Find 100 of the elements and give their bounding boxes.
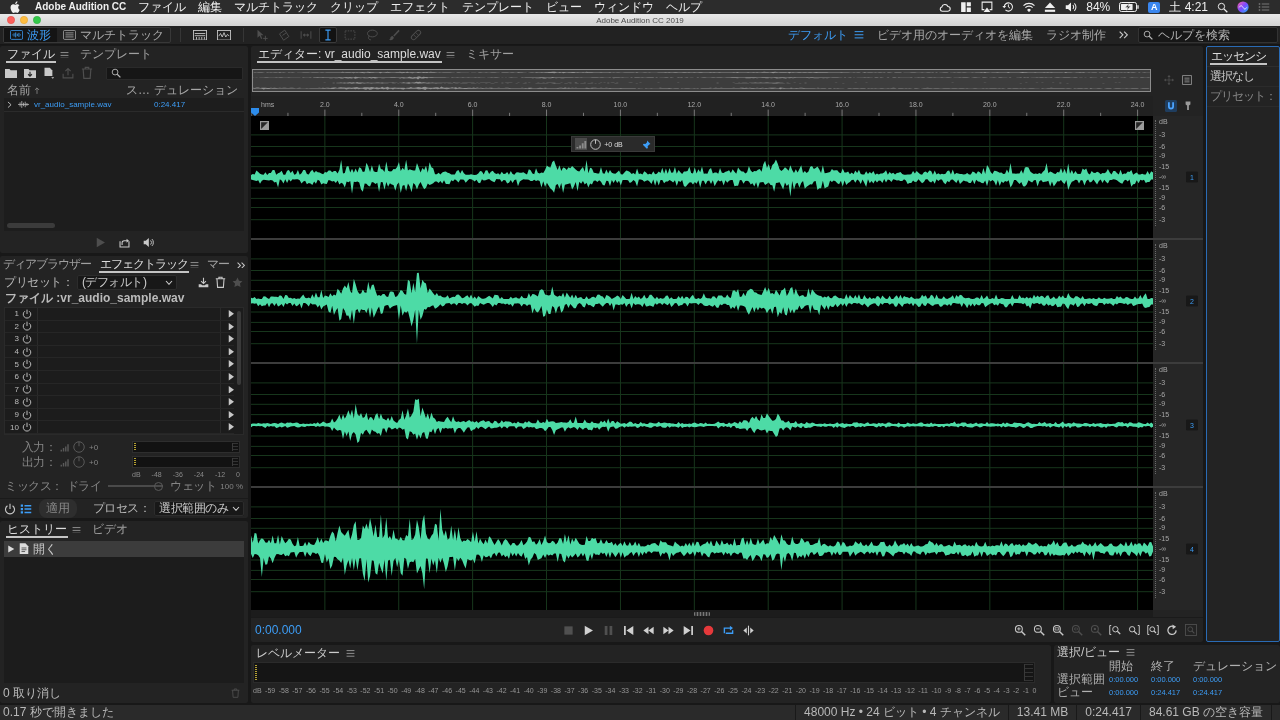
menu-icon[interactable] bbox=[72, 526, 81, 534]
menu-icon[interactable] bbox=[190, 261, 199, 269]
menu-item[interactable]: テンプレート bbox=[462, 0, 535, 14]
search-icon[interactable] bbox=[1217, 1, 1228, 13]
skip-to-start-icon[interactable] bbox=[623, 624, 634, 636]
cloud-icon[interactable] bbox=[939, 2, 952, 12]
menu-icon[interactable] bbox=[445, 51, 455, 59]
history-item[interactable]: 開く bbox=[4, 541, 244, 557]
workspace-tab[interactable]: デフォルト bbox=[788, 26, 848, 44]
close-icon[interactable] bbox=[7, 16, 15, 24]
menu-item[interactable]: ファイル bbox=[138, 0, 187, 14]
column-header[interactable]: 名前 bbox=[7, 82, 31, 99]
list-box-icon[interactable] bbox=[1182, 75, 1192, 85]
workspace-tab[interactable]: ラジオ制作 bbox=[1046, 26, 1106, 44]
battery-icon[interactable] bbox=[1119, 2, 1140, 12]
apple-icon[interactable] bbox=[10, 0, 20, 14]
menu-item[interactable]: エフェクト bbox=[390, 0, 451, 14]
search-field[interactable] bbox=[106, 66, 243, 80]
screen-share-icon[interactable] bbox=[981, 1, 994, 13]
loop-icon[interactable] bbox=[723, 624, 734, 636]
menu-item[interactable]: ウィンドウ bbox=[594, 0, 655, 14]
file-name[interactable]: vr_audio_sample.wav bbox=[34, 100, 154, 109]
speaker-icon[interactable] bbox=[142, 236, 154, 248]
magnifier-minus-icon[interactable] bbox=[1033, 624, 1045, 636]
magnifier-plus-icon[interactable] bbox=[1014, 624, 1026, 636]
waveform-overview[interactable] bbox=[252, 68, 1151, 92]
record-icon[interactable] bbox=[703, 624, 714, 636]
bracket-magnifier-icon[interactable] bbox=[1128, 624, 1140, 636]
menu-icon[interactable] bbox=[346, 650, 355, 657]
scrollbar-thumb[interactable] bbox=[7, 223, 55, 228]
workspace-tab[interactable]: ビデオ用のオーディオを編集 bbox=[877, 26, 1033, 44]
fast-forward-icon[interactable] bbox=[663, 624, 674, 636]
menu-item[interactable]: ヘルプ bbox=[666, 0, 703, 14]
panel-tab[interactable]: エフェクトラック bbox=[99, 257, 189, 273]
app-menu[interactable]: Adobe Audition CC bbox=[35, 0, 127, 14]
power-icon[interactable] bbox=[22, 422, 32, 433]
panel-tab[interactable]: ファイル bbox=[6, 47, 56, 63]
power-icon[interactable] bbox=[22, 308, 32, 319]
panel-tab[interactable]: ミキサー bbox=[464, 47, 515, 63]
power-icon[interactable] bbox=[22, 371, 32, 382]
menu-item[interactable]: マルチトラック bbox=[234, 0, 319, 14]
fade-handle-icon[interactable] bbox=[1135, 121, 1144, 130]
panel-tab[interactable]: ビデオ bbox=[91, 522, 129, 538]
menu-item[interactable]: 編集 bbox=[198, 0, 223, 14]
menu-icon[interactable] bbox=[1126, 649, 1136, 656]
i-beam-icon[interactable] bbox=[319, 27, 337, 43]
play-icon[interactable] bbox=[583, 624, 594, 636]
bracket-magnifier-icon[interactable] bbox=[1109, 624, 1121, 636]
folder-arrow-icon[interactable] bbox=[24, 68, 36, 78]
clock[interactable]: 土 4:21 bbox=[1169, 0, 1208, 14]
panel-tab[interactable]: エディター: vr_audio_sample.wav bbox=[257, 47, 442, 63]
scroll-handle[interactable] bbox=[694, 611, 710, 616]
power-icon[interactable] bbox=[22, 396, 32, 407]
grid-panel-icon[interactable] bbox=[190, 27, 210, 43]
power-icon[interactable] bbox=[4, 502, 16, 515]
menu-item[interactable]: クリップ bbox=[330, 0, 379, 14]
folder-icon[interactable] bbox=[5, 68, 17, 78]
split-arrows-icon[interactable] bbox=[743, 624, 754, 636]
wave-panel-icon[interactable] bbox=[214, 27, 234, 43]
view-tab[interactable]: 波形 bbox=[4, 28, 57, 42]
wifi-icon[interactable] bbox=[1023, 1, 1036, 13]
panel-tab[interactable]: ヒストリー bbox=[6, 522, 68, 538]
magnifier-frame-icon[interactable] bbox=[1052, 624, 1064, 636]
panel-tab[interactable]: エッセンシ bbox=[1210, 48, 1267, 65]
skip-to-end-icon[interactable] bbox=[683, 624, 694, 636]
rewind-icon[interactable] bbox=[643, 624, 654, 636]
power-icon[interactable] bbox=[22, 384, 32, 395]
power-icon[interactable] bbox=[22, 359, 32, 370]
menu-icon[interactable] bbox=[854, 31, 864, 39]
menu-icon[interactable] bbox=[60, 51, 69, 59]
power-icon[interactable] bbox=[22, 346, 32, 357]
tiles-icon[interactable] bbox=[960, 1, 973, 13]
magnet-icon[interactable] bbox=[1165, 100, 1177, 112]
fade-handle-icon[interactable] bbox=[260, 121, 269, 130]
help-search-field[interactable]: ヘルプを検索 bbox=[1138, 27, 1278, 43]
orb-icon[interactable] bbox=[1237, 1, 1249, 13]
brackets-magnifier-icon[interactable] bbox=[1147, 624, 1159, 636]
chevron-right-icon[interactable] bbox=[7, 100, 12, 109]
view-tab[interactable]: マルチトラック bbox=[57, 28, 170, 42]
new-file-icon[interactable] bbox=[43, 67, 55, 79]
eject-icon[interactable] bbox=[1044, 1, 1057, 13]
circular-arrow-icon[interactable] bbox=[1166, 624, 1178, 636]
preset-dropdown[interactable]: (デフォルト) bbox=[77, 275, 177, 290]
input-source[interactable]: A bbox=[1148, 1, 1161, 13]
clock-arrow-icon[interactable] bbox=[1002, 1, 1015, 13]
menu-item[interactable]: ビュー bbox=[546, 0, 583, 14]
column-header[interactable]: ス… bbox=[126, 82, 150, 99]
power-icon[interactable] bbox=[22, 321, 32, 332]
double-chevron-icon[interactable] bbox=[237, 261, 245, 269]
pin-icon[interactable] bbox=[1185, 101, 1191, 111]
column-header[interactable]: デュレーション bbox=[154, 82, 238, 99]
speaker-icon[interactable] bbox=[1065, 1, 1078, 13]
panel-tab[interactable]: テンプレート bbox=[79, 47, 153, 63]
download-icon[interactable] bbox=[198, 277, 209, 288]
list-icon[interactable] bbox=[20, 502, 32, 515]
power-icon[interactable] bbox=[22, 334, 32, 344]
panel-tab[interactable]: マー bbox=[206, 257, 230, 273]
double-chevron-icon[interactable] bbox=[1119, 31, 1128, 39]
panel-tab[interactable]: ディアブラウザー bbox=[2, 257, 92, 273]
power-icon[interactable] bbox=[22, 409, 32, 420]
